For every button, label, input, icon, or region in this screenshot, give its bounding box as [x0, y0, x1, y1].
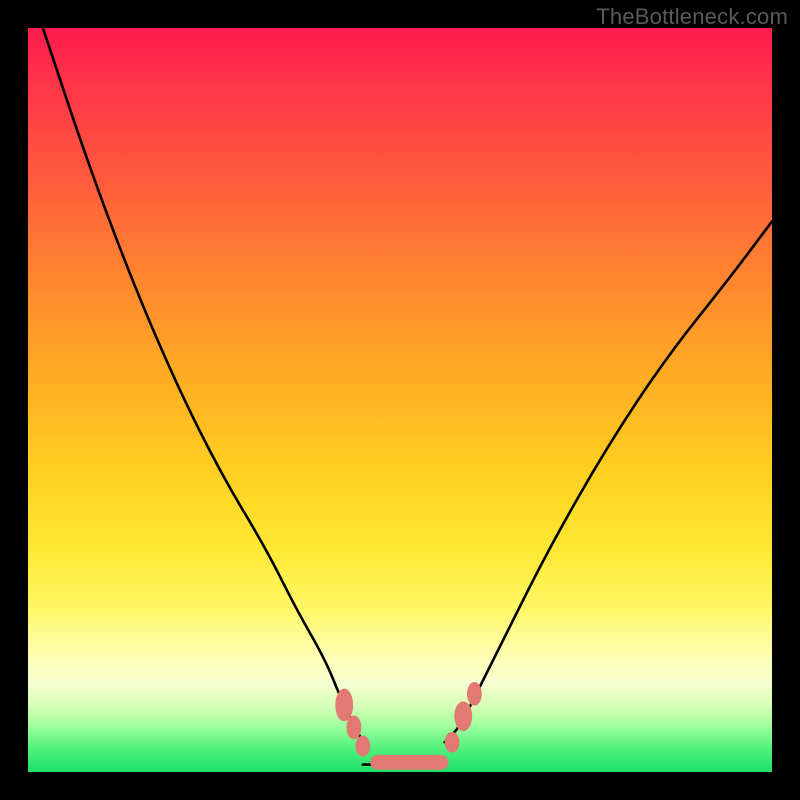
- marker-2: [355, 736, 370, 757]
- watermark-text: TheBottleneck.com: [596, 4, 788, 30]
- marker-6: [467, 682, 482, 706]
- chart-svg: [28, 28, 772, 772]
- curve-layer: [43, 28, 772, 765]
- marker-0: [335, 689, 353, 722]
- series-right-curve: [445, 221, 772, 742]
- marker-1: [346, 715, 361, 739]
- marker-3: [370, 755, 448, 770]
- plot-area: [28, 28, 772, 772]
- chart-frame: TheBottleneck.com: [0, 0, 800, 800]
- marker-4: [445, 732, 460, 753]
- marker-5: [454, 701, 472, 731]
- marker-layer: [335, 682, 482, 770]
- series-left-curve: [43, 28, 363, 742]
